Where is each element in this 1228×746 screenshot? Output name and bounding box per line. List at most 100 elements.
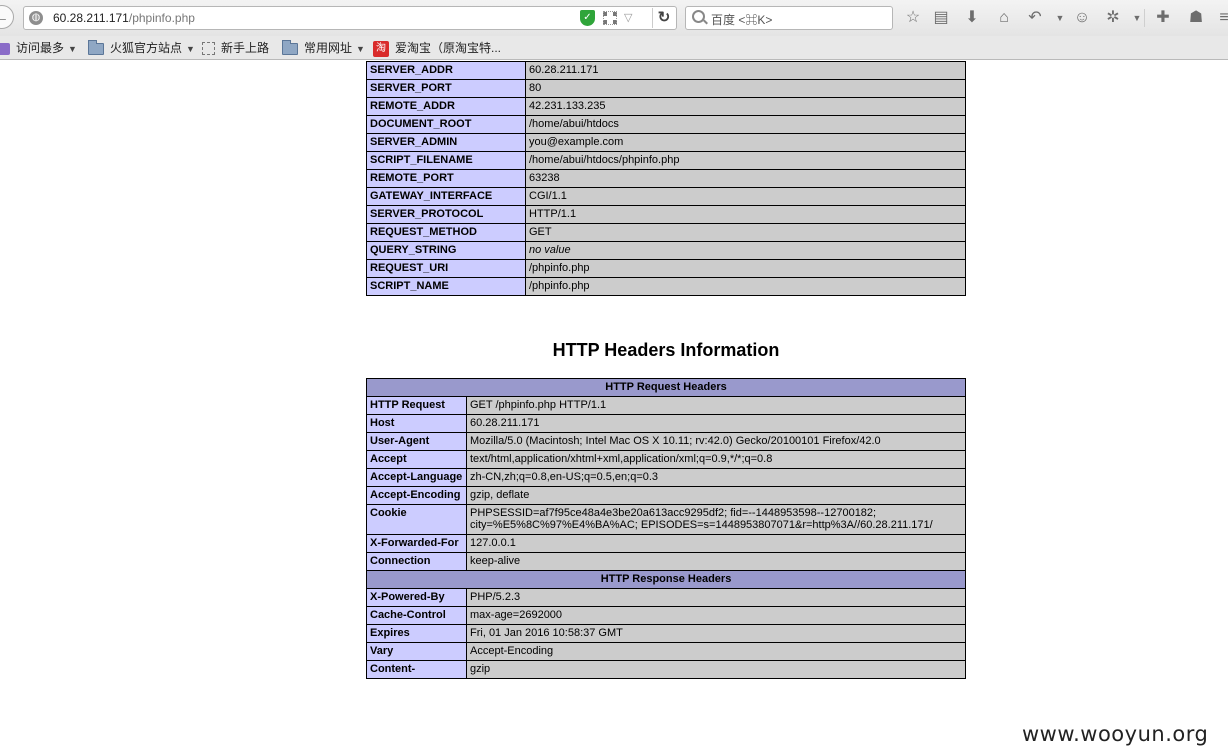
- row-value: HTTP/1.1: [525, 205, 966, 224]
- bookmark-taobao[interactable]: 淘爱淘宝（原淘宝特...: [373, 39, 501, 57]
- env-row: REMOTE_PORT 63238: [366, 169, 966, 188]
- bookmark-label: 爱淘宝（原淘宝特...: [395, 41, 502, 55]
- env-row: SERVER_ADDR 60.28.211.171: [366, 61, 966, 80]
- bookmark-label: 常用网址: [304, 41, 353, 55]
- row-value: /phpinfo.php: [525, 277, 966, 296]
- row-key: REMOTE_PORT: [366, 169, 526, 188]
- extension-icon[interactable]: ✲: [1103, 8, 1123, 28]
- profile-icon[interactable]: ☗: [1186, 8, 1206, 28]
- row-key: REQUEST_METHOD: [366, 223, 526, 242]
- chevron-down-icon: ▼: [356, 44, 365, 54]
- bookmark-star-icon[interactable]: ☆: [903, 8, 923, 28]
- env-row: GATEWAY_INTERFACE CGI/1.1: [366, 187, 966, 206]
- env-row: REMOTE_ADDR 42.231.133.235: [366, 97, 966, 116]
- reload-button[interactable]: ↻: [652, 8, 675, 28]
- env-row: SERVER_PORT 80: [366, 79, 966, 98]
- bookmark-label: 访问最多: [16, 41, 65, 55]
- row-key: GATEWAY_INTERFACE: [366, 187, 526, 206]
- section-title: HTTP Headers Information: [552, 340, 780, 360]
- row-value: 42.231.133.235: [525, 97, 966, 116]
- url-host: 60.28.211.171: [53, 11, 129, 25]
- row-value: Mozilla/5.0 (Macintosh; Intel Mac OS X 1…: [466, 432, 966, 451]
- addons-icon[interactable]: ✚: [1153, 8, 1173, 28]
- row-value: gzip, deflate: [466, 486, 966, 505]
- request-header-row: X-Forwarded-For 127.0.0.1: [366, 534, 966, 553]
- row-value: PHPSESSID=af7f95ce48a4e3be20a613acc9295d…: [466, 504, 966, 535]
- undo-menu-icon[interactable]: ▼: [1050, 8, 1070, 28]
- response-header-row: Vary Accept-Encoding: [366, 642, 966, 661]
- reading-list-icon[interactable]: ▤: [931, 8, 951, 28]
- search-placeholder: 百度 <⌘K>: [711, 13, 773, 27]
- row-value: GET /phpinfo.php HTTP/1.1: [466, 396, 966, 415]
- row-key: SERVER_PORT: [366, 79, 526, 98]
- url-path: /phpinfo.php: [128, 11, 195, 25]
- request-header-row: Cookie PHPSESSID=af7f95ce48a4e3be20a613ac…: [366, 504, 966, 535]
- row-value: no value: [525, 241, 966, 260]
- row-value: you@example.com: [525, 133, 966, 152]
- request-header-row: Connection keep-alive: [366, 552, 966, 571]
- bookmark-common-sites[interactable]: 常用网址 ▼: [282, 39, 365, 57]
- bookmark-getting-started[interactable]: 新手上路: [202, 39, 269, 57]
- shield-check-icon[interactable]: ✓: [580, 10, 595, 26]
- bookmark-label: 新手上路: [221, 41, 270, 55]
- bookmark-label: 火狐官方站点: [110, 41, 183, 55]
- row-key: Accept: [366, 450, 467, 469]
- row-value: 127.0.0.1: [466, 534, 966, 553]
- environment-table: SERVER_ADDR 60.28.211.171 SERVER_PORT 80 REM…: [366, 61, 966, 296]
- undo-icon[interactable]: ↶: [1025, 8, 1045, 28]
- watermark: www.wooyun.org: [1022, 722, 1209, 746]
- row-key: Content-: [366, 660, 467, 679]
- row-value: keep-alive: [466, 552, 966, 571]
- row-value: Accept-Encoding: [466, 642, 966, 661]
- url-text[interactable]: 60.28.211.171/phpinfo.php: [53, 11, 195, 25]
- env-row: SERVER_PROTOCOL HTTP/1.1: [366, 205, 966, 224]
- folder-icon: [282, 39, 298, 55]
- url-dropdown-icon[interactable]: ▽: [624, 11, 632, 24]
- row-value: 63238: [525, 169, 966, 188]
- http-headers-table: HTTP Request Headers HTTP Request GET /php…: [366, 378, 966, 679]
- row-key: SCRIPT_NAME: [366, 277, 526, 296]
- row-key: User-Agent: [366, 432, 467, 451]
- response-header-row: Expires Fri, 01 Jan 2016 10:58:37 GMT: [366, 624, 966, 643]
- search-icon: [692, 10, 705, 23]
- row-key: Host: [366, 414, 467, 433]
- chevron-down-icon: ▼: [186, 44, 195, 54]
- row-key: Expires: [366, 624, 467, 643]
- response-header-row: X-Powered-By PHP/5.2.3: [366, 588, 966, 607]
- download-icon[interactable]: ⬇: [962, 8, 982, 28]
- bookmark-most-visited[interactable]: 访问最多 ▼: [0, 39, 77, 57]
- folder-icon: [88, 39, 104, 55]
- row-value: 60.28.211.171: [466, 414, 966, 433]
- response-headers-title-row: HTTP Response Headers: [366, 570, 966, 589]
- row-key: X-Powered-By: [366, 588, 467, 607]
- row-key: SCRIPT_FILENAME: [366, 151, 526, 170]
- row-value: gzip: [466, 660, 966, 679]
- row-value: /home/abui/htdocs/phpinfo.php: [525, 151, 966, 170]
- home-icon[interactable]: ⌂: [994, 8, 1014, 28]
- url-bar[interactable]: ◍ 60.28.211.171/phpinfo.php ✓ ▽ ↻: [23, 6, 677, 30]
- table-section-header: HTTP Request Headers: [366, 378, 966, 397]
- qr-code-icon[interactable]: [603, 11, 617, 25]
- row-key: Connection: [366, 552, 467, 571]
- row-key: DOCUMENT_ROOT: [366, 115, 526, 134]
- row-key: Vary: [366, 642, 467, 661]
- bookmark-firefox-official[interactable]: 火狐官方站点 ▼: [88, 39, 195, 57]
- menu-icon[interactable]: ≡: [1214, 8, 1228, 28]
- taobao-icon: 淘: [373, 40, 389, 57]
- row-key: SERVER_PROTOCOL: [366, 205, 526, 224]
- globe-icon: ◍: [29, 11, 43, 25]
- row-value: /home/abui/htdocs: [525, 115, 966, 134]
- back-button[interactable]: ←: [0, 5, 14, 29]
- env-row: REQUEST_METHOD GET: [366, 223, 966, 242]
- row-value: 60.28.211.171: [525, 61, 966, 80]
- bookmarks-bar: 访问最多 ▼ 火狐官方站点 ▼ 新手上路 常用网址 ▼ 淘爱淘宝（原淘宝特...: [0, 36, 1228, 60]
- table-section-header: HTTP Response Headers: [366, 570, 966, 589]
- env-row: SCRIPT_NAME/phpinfo.php: [366, 277, 966, 296]
- row-value: max-age=2692000: [466, 606, 966, 625]
- browser-toolbar: ← ◍ 60.28.211.171/phpinfo.php ✓ ▽ ↻ 百度 <…: [0, 0, 1228, 36]
- request-header-row: Accept-Encoding gzip, deflate: [366, 486, 966, 505]
- emoji-icon[interactable]: ☺: [1072, 8, 1092, 28]
- row-value: CGI/1.1: [525, 187, 966, 206]
- request-headers-title-row: HTTP Request Headers: [366, 378, 966, 397]
- search-bar[interactable]: 百度 <⌘K>: [685, 6, 893, 30]
